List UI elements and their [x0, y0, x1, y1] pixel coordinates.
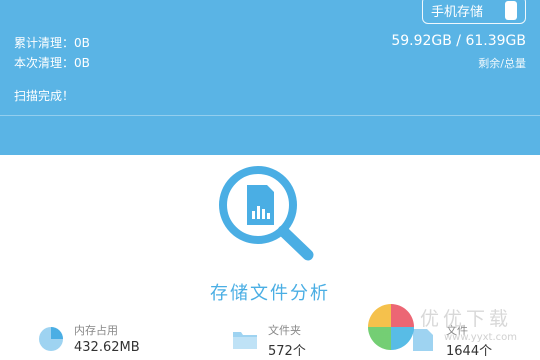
folder-icon: [233, 332, 257, 349]
watermark-text: 优优下载: [420, 308, 513, 330]
folders-value: 572个: [268, 344, 306, 359]
memory-value: 432.62MB: [74, 340, 140, 355]
scan-status-text: 扫描完成！: [14, 89, 75, 103]
sd-card-search-icon: [219, 166, 314, 261]
pie-chart-icon: [39, 327, 63, 351]
phone-icon: [505, 1, 517, 20]
memory-label: 内存占用: [74, 324, 118, 337]
cumulative-clean-text: 累计清理：0B: [14, 36, 90, 50]
this-clean-text: 本次清理：0B: [14, 56, 90, 70]
header-panel: 手机存储 累计清理：0B 本次清理：0B 59.92GB / 61.39GB 剩…: [0, 0, 540, 155]
phone-storage-label: 手机存储: [431, 4, 484, 20]
storage-size-text: 59.92GB / 61.39GB: [391, 33, 526, 49]
header-divider: [0, 115, 540, 116]
watermark: 优优下载 www.yyxt.com: [368, 300, 540, 360]
folders-label: 文件夹: [268, 324, 301, 337]
phone-storage-button[interactable]: 手机存储: [422, 0, 526, 24]
watermark-sub: www.yyxt.com: [444, 332, 518, 343]
watermark-logo-icon: [368, 304, 414, 350]
storage-caption: 剩余/总量: [478, 57, 526, 70]
